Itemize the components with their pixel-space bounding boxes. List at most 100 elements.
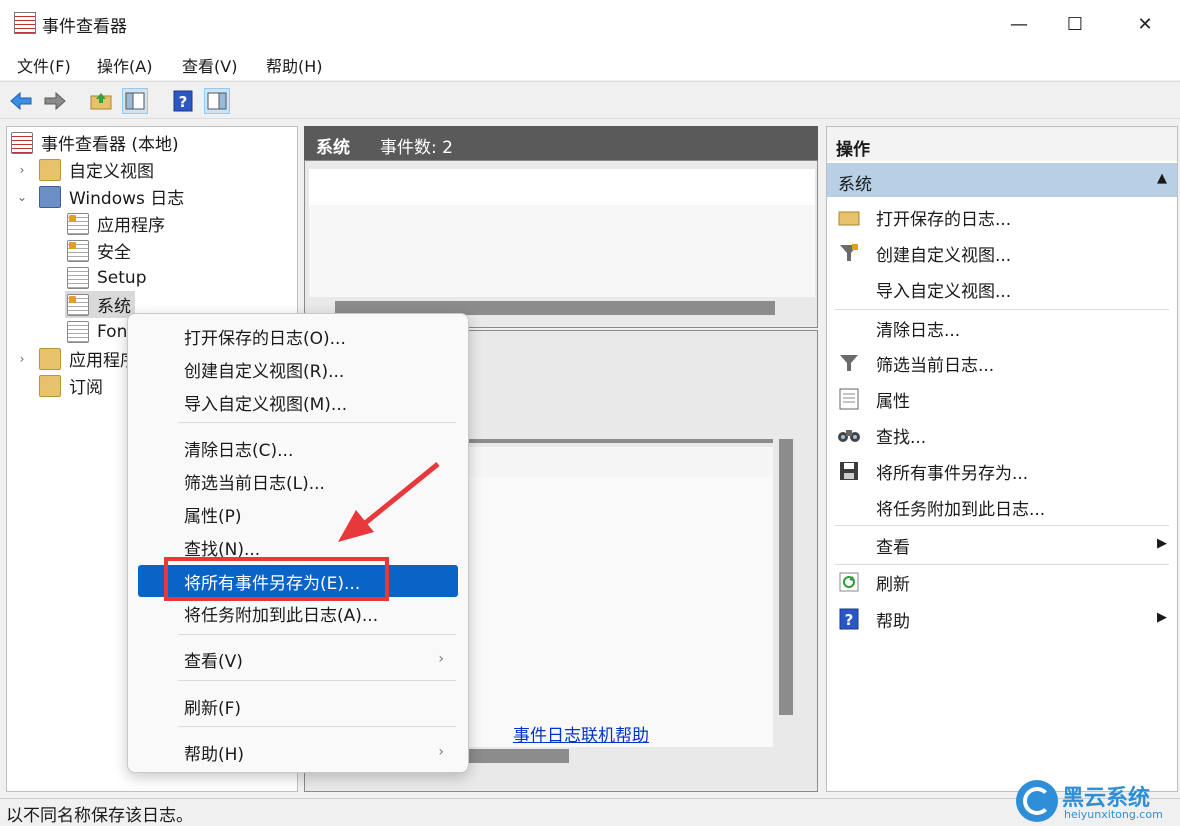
open-folder-icon xyxy=(835,203,863,231)
ctx-view[interactable]: 查看(V) › xyxy=(138,643,458,675)
action-filter-current-log[interactable]: 筛选当前日志... xyxy=(827,345,1177,381)
tree-item-apps-services[interactable]: › 应用程序 xyxy=(15,345,137,372)
ctx-label: 查看(V) xyxy=(184,651,243,672)
tree-label: 安全 xyxy=(97,243,131,263)
folder-icon xyxy=(39,347,61,370)
event-row[interactable] xyxy=(309,205,815,297)
annotation-highlight-box xyxy=(164,557,389,601)
maximize-button[interactable]: ☐ xyxy=(1046,0,1104,48)
annotation-arrow-icon xyxy=(338,462,440,542)
tree-label: 自定义视图 xyxy=(69,162,154,182)
help-icon: ? xyxy=(835,605,863,633)
action-label: 创建自定义视图... xyxy=(876,245,1012,266)
tree-item-windows-logs[interactable]: ⌄ Windows 日志 xyxy=(15,183,184,210)
tree-item-custom-views[interactable]: › 自定义视图 xyxy=(15,156,154,183)
action-label: 清除日志... xyxy=(876,320,961,341)
action-label: 筛选当前日志... xyxy=(876,355,995,376)
tree-label: Setup xyxy=(97,267,147,288)
toolbar: ? xyxy=(0,81,1180,119)
blank-icon xyxy=(835,493,863,521)
center-header: 系统 事件数: 2 xyxy=(304,126,818,160)
close-button[interactable]: ✕ xyxy=(1116,0,1174,48)
actions-group-system[interactable]: 系统 ▲ xyxy=(827,163,1177,197)
tree-item-system[interactable]: 系统 xyxy=(65,291,135,318)
tree-label: 系统 xyxy=(97,297,131,317)
menu-file[interactable]: 文件(F) xyxy=(17,53,71,77)
subscription-icon xyxy=(39,374,61,397)
tree-item-subscriptions[interactable]: 订阅 xyxy=(39,372,103,399)
forward-arrow-icon[interactable] xyxy=(42,88,68,114)
tree-item-root[interactable]: 事件查看器 (本地) xyxy=(11,129,179,156)
chevron-right-icon[interactable]: › xyxy=(15,163,29,177)
tree-item-setup[interactable]: Setup xyxy=(67,264,146,291)
ctx-help[interactable]: 帮助(H) › xyxy=(138,736,458,768)
separator xyxy=(178,726,456,727)
menu-view[interactable]: 查看(V) xyxy=(182,53,237,77)
detail-body xyxy=(469,477,773,747)
tree-item-application[interactable]: 应用程序 xyxy=(67,210,165,237)
back-arrow-icon[interactable] xyxy=(8,88,34,114)
minimize-button[interactable]: — xyxy=(990,0,1048,48)
action-view[interactable]: 查看 ▶ xyxy=(827,527,1177,563)
separator xyxy=(178,634,456,635)
action-create-custom-view[interactable]: 创建自定义视图... xyxy=(827,235,1177,271)
status-bar: 以不同名称保存该日志。 xyxy=(0,798,1180,826)
log-icon xyxy=(67,212,89,235)
event-viewer-icon xyxy=(11,131,33,154)
action-properties[interactable]: 属性 xyxy=(827,381,1177,417)
watermark-url: heiyunxitong.com xyxy=(1064,808,1163,821)
divider xyxy=(469,439,773,443)
action-help[interactable]: ? 帮助 ▶ xyxy=(827,601,1177,637)
chevron-right-icon[interactable]: › xyxy=(15,352,29,366)
up-folder-icon[interactable] xyxy=(88,88,114,114)
log-icon xyxy=(67,266,89,289)
action-open-saved-log[interactable]: 打开保存的日志... xyxy=(827,199,1177,235)
title-bar: 事件查看器 — ☐ ✕ xyxy=(0,0,1180,48)
blank-icon xyxy=(835,314,863,342)
filter-icon xyxy=(835,349,863,377)
help-icon[interactable]: ? xyxy=(170,88,196,114)
svg-text:?: ? xyxy=(845,611,854,629)
event-list[interactable] xyxy=(304,160,818,328)
action-refresh[interactable]: 刷新 xyxy=(827,564,1177,600)
action-label: 打开保存的日志... xyxy=(876,209,1012,230)
collapse-up-icon[interactable]: ▲ xyxy=(1157,171,1167,186)
actions-pane: 操作 系统 ▲ 打开保存的日志... 创建自定义视图... 导入自定义视图...… xyxy=(826,126,1178,792)
menu-action[interactable]: 操作(A) xyxy=(97,53,152,77)
menu-help[interactable]: 帮助(H) xyxy=(266,53,323,77)
blank-icon xyxy=(835,531,863,559)
ctx-import-custom-view[interactable]: 导入自定义视图(M)... xyxy=(138,386,458,418)
action-save-all-events-as[interactable]: 将所有事件另存为... xyxy=(827,453,1177,489)
watermark-logo xyxy=(1016,780,1058,822)
ctx-attach-task[interactable]: 将任务附加到此日志(A)... xyxy=(138,597,458,629)
tree-item-forwarded[interactable]: Fon xyxy=(67,318,127,345)
horizontal-scrollbar[interactable] xyxy=(469,749,569,763)
show-hide-tree-icon[interactable] xyxy=(122,88,148,114)
event-row[interactable] xyxy=(309,169,815,205)
help-link[interactable]: 事件日志联机帮助 xyxy=(513,721,649,746)
chevron-down-icon[interactable]: ⌄ xyxy=(15,190,29,204)
action-find[interactable]: 查找... xyxy=(827,417,1177,453)
tree-item-security[interactable]: 安全 xyxy=(67,237,131,264)
ctx-create-custom-view[interactable]: 创建自定义视图(R)... xyxy=(138,353,458,385)
action-clear-log[interactable]: 清除日志... xyxy=(827,310,1177,346)
show-hide-action-pane-icon[interactable] xyxy=(204,88,230,114)
action-import-custom-view[interactable]: 导入自定义视图... xyxy=(827,271,1177,307)
center-title: 系统 xyxy=(316,138,350,158)
ctx-open-saved-log[interactable]: 打开保存的日志(O)... xyxy=(138,320,458,352)
separator xyxy=(178,422,456,423)
ctx-refresh[interactable]: 刷新(F) xyxy=(138,690,458,722)
tree-label: 应用程序 xyxy=(97,216,165,236)
tree-label: 事件查看器 (本地) xyxy=(41,135,179,155)
action-label: 查看 xyxy=(876,537,910,558)
actions-header: 操作 xyxy=(827,127,1177,161)
refresh-icon xyxy=(835,568,863,596)
save-disk-icon xyxy=(835,457,863,485)
window-title: 事件查看器 xyxy=(42,17,127,37)
tree-label: Windows 日志 xyxy=(69,189,185,209)
app-icon xyxy=(14,12,36,34)
svg-text:?: ? xyxy=(179,93,188,111)
menu-bar: 文件(F) 操作(A) 查看(V) 帮助(H) xyxy=(0,48,1180,80)
action-attach-task[interactable]: 将任务附加到此日志... xyxy=(827,489,1177,525)
vertical-scrollbar[interactable] xyxy=(779,439,793,715)
